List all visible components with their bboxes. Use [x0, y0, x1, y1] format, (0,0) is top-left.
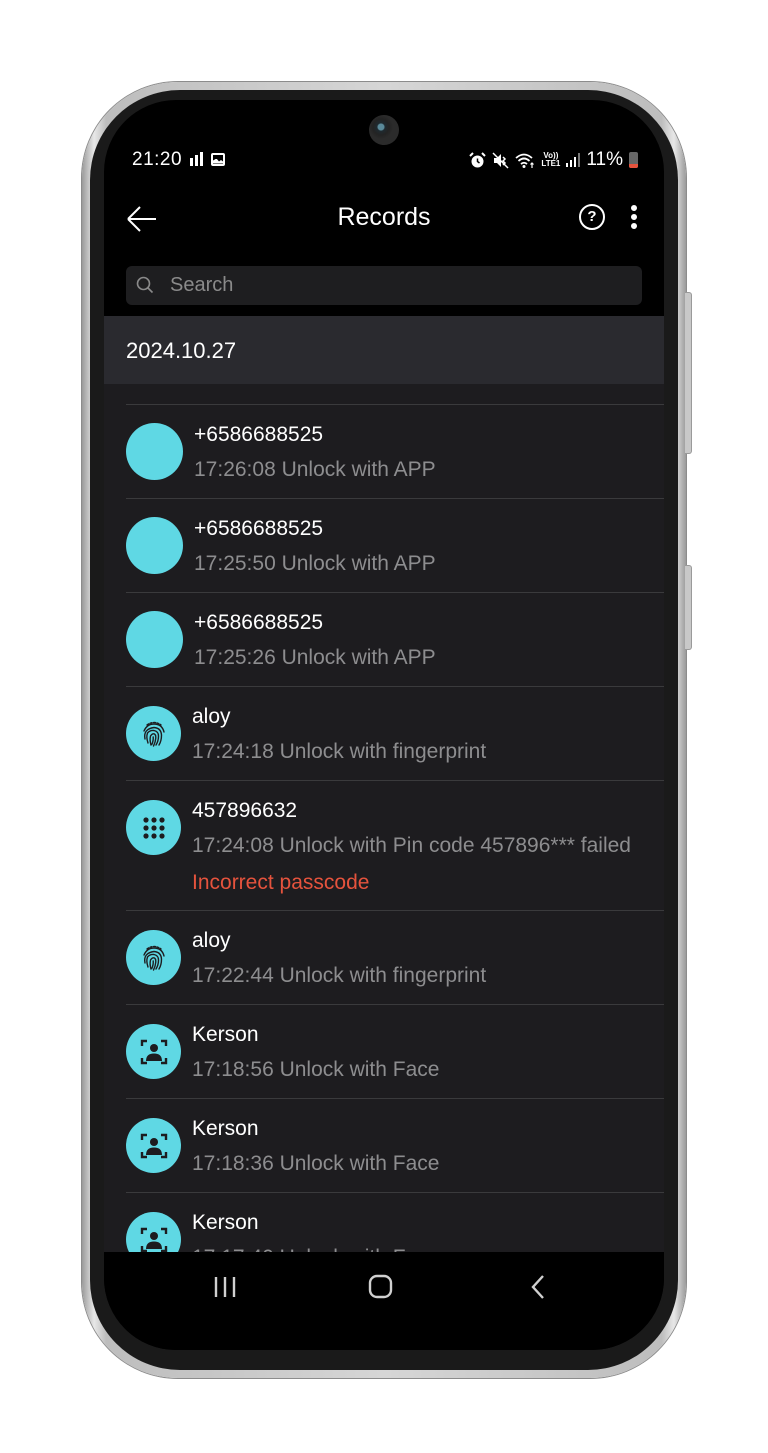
- record-name: +6586688525: [194, 611, 324, 634]
- signal-bars-icon: [190, 152, 203, 166]
- list-item[interactable]: Kerson 17:18:36 Unlock with Face: [126, 1099, 664, 1193]
- recent-apps-button[interactable]: [205, 1272, 245, 1302]
- record-detail: 17:22:44 Unlock with fingerprint: [192, 964, 487, 987]
- back-chevron-icon: [531, 1275, 544, 1299]
- face-id-icon: [140, 1039, 167, 1064]
- lte-label: LTE1: [541, 159, 561, 168]
- record-name: Kerson: [192, 1211, 259, 1234]
- alarm-icon: [469, 151, 487, 167]
- list-item[interactable]: aloy 17:22:44 Unlock with fingerprint: [126, 911, 664, 1005]
- avatar: [126, 930, 181, 985]
- avatar: [126, 1118, 181, 1173]
- avatar: [126, 611, 183, 668]
- list-item[interactable]: +6586688525 17:25:26 Unlock with APP: [126, 593, 664, 687]
- battery-percent: 11%: [586, 149, 623, 170]
- volume-button: [685, 292, 692, 454]
- avatar: [126, 1212, 181, 1252]
- status-time: 21:20: [132, 149, 183, 170]
- volte-icon: Vo)) LTE1: [541, 152, 560, 168]
- record-name: 457896632: [192, 799, 298, 822]
- help-button[interactable]: ?: [579, 204, 605, 230]
- avatar: [126, 517, 183, 574]
- status-bar: 21:20 Vo)) LTE1 11%: [104, 145, 664, 175]
- search-bar: [126, 266, 642, 305]
- image-icon: [211, 152, 225, 166]
- date-label: 2024.10.27: [126, 338, 237, 363]
- record-detail: 17:24:18 Unlock with fingerprint: [192, 740, 487, 763]
- list-item[interactable]: aloy 17:24:18 Unlock with fingerprint: [126, 687, 664, 781]
- record-name: +6586688525: [194, 423, 324, 446]
- list-item[interactable]: +6586688525 17:25:50 Unlock with APP: [126, 499, 664, 593]
- help-circle-icon: ?: [587, 208, 597, 225]
- record-detail: 17:18:56 Unlock with Face: [192, 1058, 440, 1081]
- power-button: [685, 565, 692, 650]
- record-name: +6586688525: [194, 517, 324, 540]
- list-item[interactable]: Kerson 17:17:40 Unlock with Face: [126, 1193, 664, 1252]
- wifi-icon: [515, 153, 535, 168]
- record-detail: 17:25:26 Unlock with APP: [194, 646, 436, 669]
- recent-apps-icon: [214, 1277, 236, 1297]
- search-input[interactable]: [170, 266, 630, 305]
- back-button[interactable]: [124, 201, 160, 237]
- fingerprint-icon: [142, 945, 165, 971]
- list-item[interactable]: Kerson 17:18:56 Unlock with Face: [126, 1005, 664, 1099]
- record-name: Kerson: [192, 1117, 259, 1140]
- arrow-left-icon: [127, 206, 156, 232]
- cellular-signal-icon: [566, 153, 581, 167]
- screen: 21:20 Vo)) LTE1 11% Records ? Search 202…: [104, 100, 664, 1350]
- more-options-button[interactable]: [626, 203, 642, 233]
- error-message: Incorrect passcode: [192, 871, 370, 894]
- record-detail: 17:25:50 Unlock with APP: [194, 552, 436, 575]
- avatar: [126, 800, 181, 855]
- face-id-icon: [140, 1227, 167, 1252]
- front-camera: [369, 115, 399, 145]
- date-section-header: 2024.10.27: [104, 316, 664, 384]
- record-detail: 17:24:08 Unlock with Pin code 457896*** …: [192, 834, 631, 857]
- more-vertical-icon: [626, 205, 642, 229]
- records-list[interactable]: +6586688525 17:26:08 Unlock with APP +65…: [104, 384, 664, 1252]
- record-detail: 17:26:08 Unlock with APP: [194, 458, 436, 481]
- keypad-icon: [142, 816, 165, 839]
- list-item[interactable]: [126, 384, 664, 405]
- record-name: aloy: [192, 929, 231, 952]
- search-icon: [136, 276, 154, 294]
- record-detail: 17:18:36 Unlock with Face: [192, 1152, 440, 1175]
- list-item[interactable]: +6586688525 17:26:08 Unlock with APP: [126, 405, 664, 499]
- nav-back-button[interactable]: [518, 1272, 558, 1302]
- navigation-bar: [104, 1252, 664, 1350]
- list-item[interactable]: 457896632 17:24:08 Unlock with Pin code …: [126, 781, 664, 911]
- mute-icon: [492, 151, 509, 169]
- app-bar: Records ?: [104, 195, 664, 240]
- home-icon: [368, 1274, 393, 1299]
- record-name: Kerson: [192, 1023, 259, 1046]
- record-name: aloy: [192, 705, 231, 728]
- home-button[interactable]: [361, 1272, 401, 1302]
- fingerprint-icon: [142, 721, 165, 747]
- avatar: [126, 706, 181, 761]
- avatar: [126, 1024, 181, 1079]
- battery-icon: [629, 152, 638, 168]
- avatar: [126, 423, 183, 480]
- face-id-icon: [140, 1133, 167, 1158]
